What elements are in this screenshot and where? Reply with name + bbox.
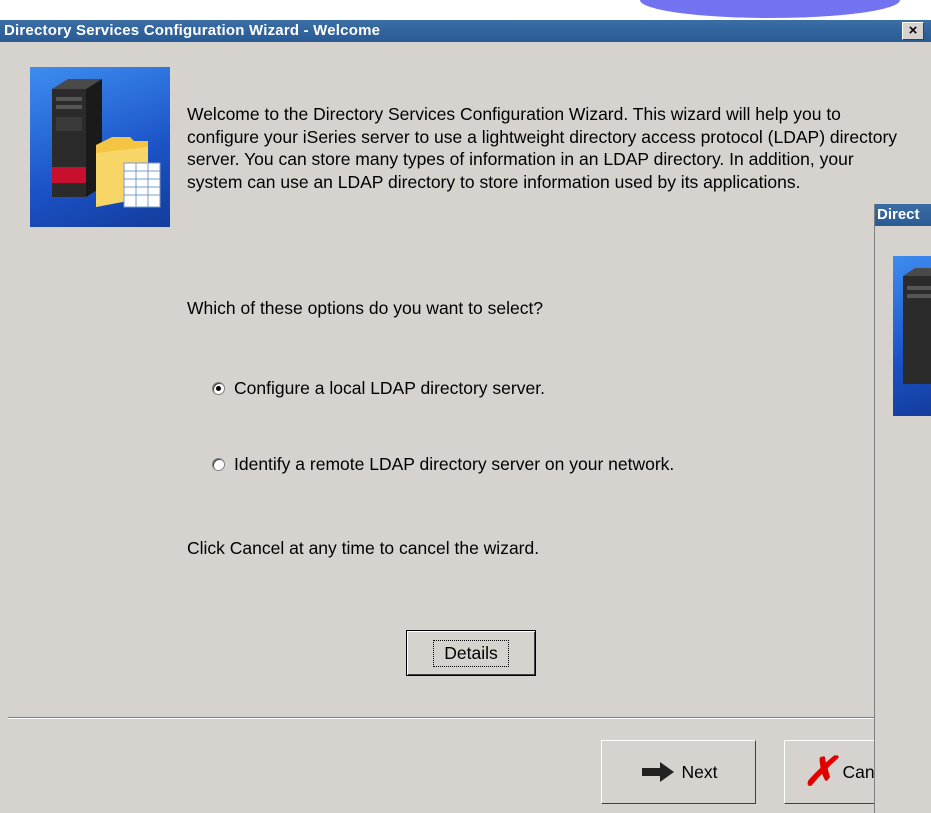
arrow-right-icon (641, 762, 674, 782)
background-window-title: Direct (875, 204, 931, 226)
details-label: Details (433, 639, 509, 667)
question-text: Which of these options do you want to se… (187, 298, 544, 318)
red-x-icon: ✗ (803, 750, 837, 794)
details-button[interactable]: Details (406, 630, 536, 676)
next-label: Next (681, 761, 718, 782)
separator (8, 717, 874, 719)
background-strip (0, 0, 931, 20)
server-folder-icon (30, 67, 170, 227)
cancel-label: Can (842, 761, 875, 782)
cancel-hint-text: Click Cancel at any time to cancel the w… (187, 538, 540, 558)
decorative-swoosh (640, 0, 900, 18)
option-remote-ldap[interactable]: Identify a remote LDAP directory server … (212, 454, 674, 475)
background-window[interactable]: Direct (874, 204, 931, 813)
option-local-ldap-label: Configure a local LDAP directory server. (234, 378, 545, 398)
close-icon: × (908, 22, 918, 39)
radio-local-ldap[interactable] (212, 382, 225, 395)
radio-remote-ldap[interactable] (212, 458, 225, 471)
title-bar: Directory Services Configuration Wizard … (0, 20, 931, 42)
close-button[interactable]: × (902, 22, 924, 40)
option-remote-ldap-label: Identify a remote LDAP directory server … (234, 454, 675, 474)
window-title: Directory Services Configuration Wizard … (4, 22, 381, 39)
welcome-text: Welcome to the Directory Services Config… (187, 104, 898, 192)
bottom-strip (0, 804, 874, 813)
server-icon (893, 256, 931, 416)
option-local-ldap[interactable]: Configure a local LDAP directory server. (212, 378, 545, 399)
next-button[interactable]: Next (601, 740, 756, 804)
